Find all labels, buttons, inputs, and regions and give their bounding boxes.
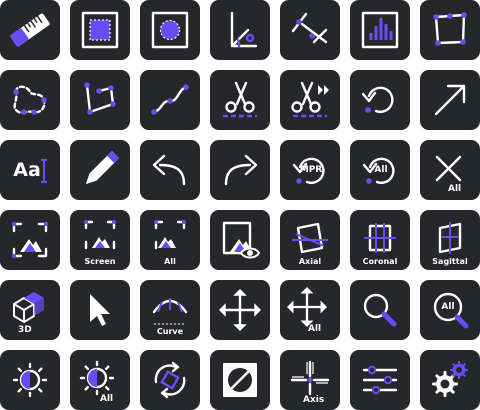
curve-button[interactable]: Curve [140,280,200,340]
zoom-button[interactable] [350,280,410,340]
spline-button[interactable] [140,70,200,130]
zoom-all-button[interactable]: All [420,280,480,340]
histogram-button[interactable] [350,0,410,60]
capture-screen-button[interactable]: Screen [70,210,130,270]
preview-button[interactable] [210,210,270,270]
axial-plane-button[interactable]: Axial [280,210,340,270]
3d-cube-button[interactable]: 3D [0,280,60,340]
scissors-button[interactable] [210,70,270,130]
reset-all-button[interactable]: All [350,140,410,200]
arrow-annotate-button[interactable] [420,70,480,130]
window-level-all-label: All [100,394,114,404]
3d-cube-label: 3D [18,325,32,335]
window-level-all-button[interactable]: All [70,350,130,410]
text-annotate-label: Aa [13,159,41,181]
sagittal-plane-button[interactable]: Sagittal [420,210,480,270]
capture-all-label: All [164,257,176,266]
reset-mpr-button[interactable]: MPR [280,140,340,200]
coronal-plane-label: Coronal [362,257,398,266]
move-button[interactable] [210,280,270,340]
curve-label: Curve [156,327,184,336]
tool-grid: Aa MPR All All Screen All Axial Coronal Sagi… [0,0,480,410]
freehand-roi-button[interactable] [0,70,60,130]
capture-screen-label: Screen [84,257,116,266]
text-annotate-button[interactable]: Aa [0,140,60,200]
cobb-angle-button[interactable] [280,0,340,60]
capture-button[interactable] [0,210,60,270]
rectangle-roi-button[interactable] [70,0,130,60]
coronal-plane-button[interactable]: Coronal [350,210,410,270]
move-all-button[interactable]: All [280,280,340,340]
window-level-button[interactable] [0,350,60,410]
clear-all-label: All [448,184,462,194]
settings-button[interactable] [420,350,480,410]
cursor-button[interactable] [70,280,130,340]
reset-button[interactable] [350,70,410,130]
pencil-button[interactable] [70,140,130,200]
ellipse-roi-button[interactable] [140,0,200,60]
zoom-all-label: All [441,302,455,312]
clear-all-button[interactable]: All [420,140,480,200]
polygon-roi-button[interactable] [420,0,480,60]
angle-button[interactable] [210,0,270,60]
capture-all-button[interactable]: All [140,210,200,270]
undo-button[interactable] [140,140,200,200]
redo-button[interactable] [210,140,270,200]
reset-mpr-label: MPR [299,165,323,175]
rotate-button[interactable] [140,350,200,410]
open-polyline-button[interactable] [70,70,130,130]
sliders-button[interactable] [350,350,410,410]
move-all-label: All [308,324,322,334]
axial-plane-label: Axial [298,257,322,266]
scissors-forward-button[interactable] [280,70,340,130]
axis-crosshair-label: Axis [303,395,325,405]
axis-crosshair-button[interactable]: Axis [280,350,340,410]
ruler-button[interactable] [0,0,60,60]
sagittal-plane-label: Sagittal [432,257,468,266]
reset-all-label: All [374,165,388,175]
invert-button[interactable] [210,350,270,410]
